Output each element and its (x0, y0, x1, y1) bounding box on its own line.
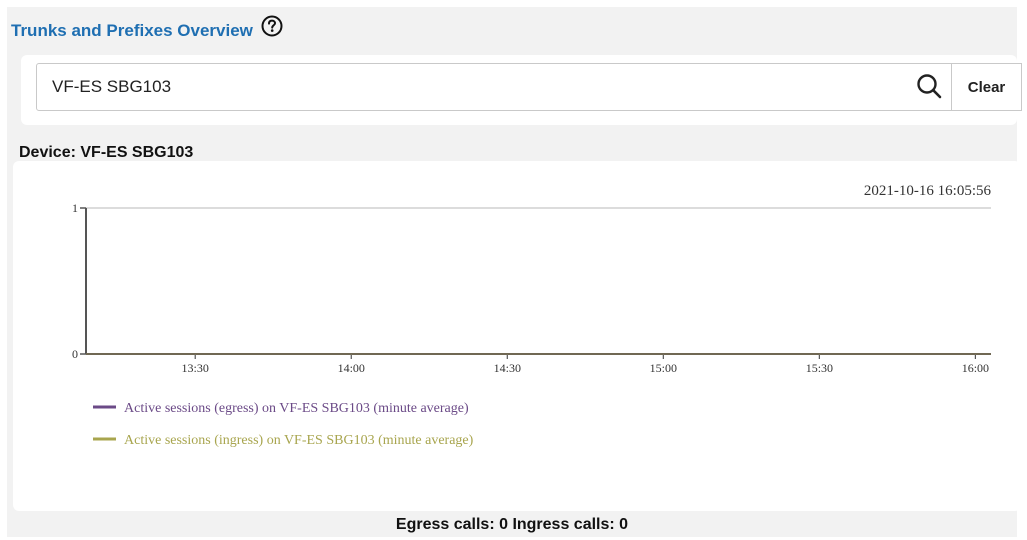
x-tick-label: 15:00 (650, 361, 677, 375)
x-tick-label: 13:30 (182, 361, 209, 375)
chart-card: 2021-10-16 16:05:56 0 1 13:30 14:00 14:30 15:0… (13, 161, 1021, 511)
x-tick-label: 15:30 (806, 361, 833, 375)
sessions-chart: 2021-10-16 16:05:56 0 1 13:30 14:00 14:30 15:0… (72, 183, 992, 448)
legend-label-egress: Active sessions (egress) on VF-ES SBG103… (124, 401, 469, 416)
title-row: Trunks and Prefixes Overview (7, 7, 1017, 51)
trunks-panel: Trunks and Prefixes Overview VF-ES SBG10… (7, 7, 1022, 537)
chart-timestamp: 2021-10-16 16:05:56 (864, 183, 992, 199)
clear-button[interactable]: Clear (952, 63, 1022, 111)
search-icon[interactable] (913, 70, 947, 104)
search-bar: VF-ES SBG103 Clear (21, 55, 1022, 125)
calls-summary: Egress calls: 0 Ingress calls: 0 (395, 516, 629, 533)
device-label: Device: VF-ES SBG103 (19, 144, 194, 161)
x-tick-label: 16:00 (962, 361, 989, 375)
page-title: Trunks and Prefixes Overview (11, 21, 253, 40)
legend-label-ingress: Active sessions (ingress) on VF-ES SBG10… (124, 433, 474, 448)
y-tick-label: 1 (72, 201, 78, 215)
y-tick-label: 0 (72, 347, 78, 361)
x-tick-label: 14:00 (338, 361, 365, 375)
x-tick-label: 14:30 (494, 361, 521, 375)
question-circle-icon[interactable] (261, 15, 283, 37)
search-input[interactable]: VF-ES SBG103 (36, 63, 952, 111)
